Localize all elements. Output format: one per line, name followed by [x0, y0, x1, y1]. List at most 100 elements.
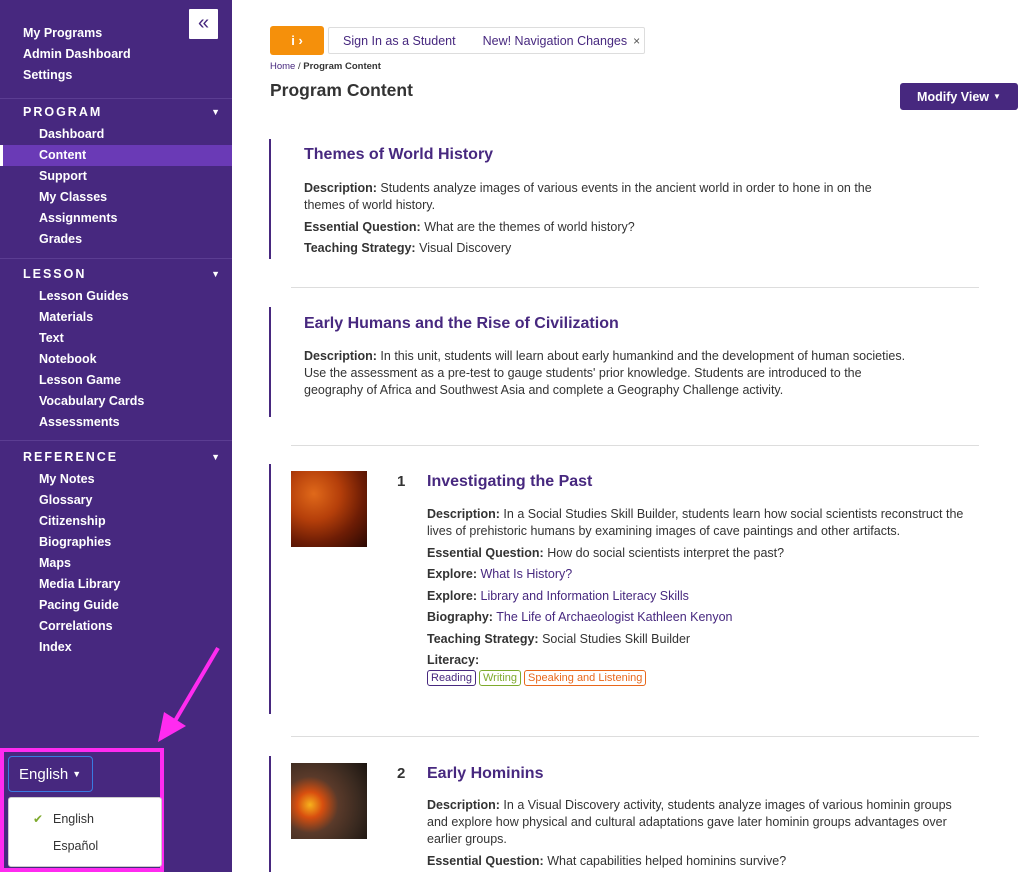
lesson-details: Description: In a Social Studies Skill B… — [427, 506, 967, 686]
language-dropdown-menu: ✔ English Español — [8, 797, 162, 867]
unit-details: Description: In this unit, students will… — [304, 348, 909, 404]
explore-field: Explore: What Is History? — [427, 567, 573, 581]
description-field: Description: Students analyze images of … — [304, 181, 872, 212]
sign-in-as-student-link[interactable]: Sign In as a Student — [343, 34, 456, 48]
sidebar-item-pacing-guide[interactable]: Pacing Guide — [0, 595, 232, 616]
lesson-card-investigating-the-past: 1 Investigating the Past Description: In… — [269, 464, 989, 714]
admin-dashboard-link[interactable]: Admin Dashboard — [23, 45, 131, 66]
program-section-toggle[interactable]: PROGRAM ▼ — [0, 100, 232, 124]
teaching-strategy-field: Teaching Strategy: Visual Discovery — [304, 241, 512, 255]
section-title: REFERENCE — [23, 450, 119, 464]
lesson-number: 1 — [397, 473, 406, 490]
language-selected-label: English — [19, 766, 69, 783]
sidebar-item-dashboard[interactable]: Dashboard — [0, 124, 232, 145]
divider — [291, 736, 979, 737]
sidebar-item-notebook[interactable]: Notebook — [0, 349, 232, 370]
lesson-section-toggle[interactable]: LESSON ▼ — [0, 262, 232, 286]
sidebar-item-assignments[interactable]: Assignments — [0, 208, 232, 229]
lesson-title-link[interactable]: Investigating the Past — [427, 473, 592, 491]
info-toggle-button[interactable]: i › — [270, 26, 324, 55]
explore-field: Explore: Library and Information Literac… — [427, 588, 689, 603]
page-title: Program Content — [270, 80, 413, 100]
essential-question-field: Essential Question: What are the themes … — [304, 219, 635, 234]
explore-what-is-history-link[interactable]: What Is History? — [481, 567, 573, 581]
unit-card-themes: Themes of World History Description: Stu… — [269, 139, 969, 259]
language-highlight-box: English ▼ ✔ English Español — [0, 748, 164, 872]
lesson-thumbnail[interactable] — [291, 763, 367, 839]
sidebar-item-text[interactable]: Text — [0, 328, 232, 349]
lesson-title-link[interactable]: Early Hominins — [427, 765, 543, 783]
double-chevron-left-icon: « — [197, 12, 210, 34]
my-programs-link[interactable]: My Programs — [23, 24, 131, 45]
sidebar-item-my-notes[interactable]: My Notes — [0, 469, 232, 490]
unit-title-link[interactable]: Early Humans and the Rise of Civilizatio… — [304, 315, 619, 333]
sidebar-item-biographies[interactable]: Biographies — [0, 532, 232, 553]
lesson-card-early-hominins: 2 Early Hominins Description: In a Visua… — [269, 756, 989, 872]
checkmark-icon: ✔ — [33, 812, 44, 826]
sidebar-item-lesson-game[interactable]: Lesson Game — [0, 370, 232, 391]
tag-speaking-listening[interactable]: Speaking and Listening — [524, 670, 647, 686]
essential-question-field: Essential Question: How do social scient… — [427, 545, 785, 560]
sidebar-item-media-library[interactable]: Media Library — [0, 574, 232, 595]
biography-kathleen-kenyon-link[interactable]: The Life of Archaeologist Kathleen Kenyo… — [496, 610, 732, 624]
sidebar-item-content[interactable]: Content — [0, 145, 232, 166]
collapse-sidebar-button[interactable]: « — [189, 9, 218, 39]
divider — [291, 445, 979, 446]
caret-down-icon: ▼ — [211, 269, 220, 279]
tag-reading[interactable]: Reading — [427, 670, 476, 686]
description-field: Description: In a Visual Discovery activ… — [427, 798, 952, 846]
tag-writing[interactable]: Writing — [478, 670, 522, 686]
close-icon[interactable]: × — [633, 34, 640, 48]
literacy-label: Literacy: — [427, 653, 480, 667]
sidebar-item-assessments[interactable]: Assessments — [0, 412, 232, 433]
essential-question-field: Essential Question: What capabilities he… — [427, 853, 787, 868]
program-section: PROGRAM ▼ Dashboard Content Support My C… — [0, 98, 232, 250]
section-title: LESSON — [23, 267, 87, 281]
modify-view-label: Modify View — [917, 90, 990, 104]
language-option-espanol[interactable]: Español — [9, 834, 161, 858]
sidebar-item-my-classes[interactable]: My Classes — [0, 187, 232, 208]
option-label: English — [53, 812, 94, 826]
annotation-arrow-icon — [158, 646, 220, 742]
literacy-tags: Reading Writing Speaking and Listening — [427, 670, 967, 686]
sidebar-item-lesson-guides[interactable]: Lesson Guides — [0, 286, 232, 307]
notice-bar: i › Sign In as a Student New! Navigation… — [270, 26, 646, 55]
sidebar-item-correlations[interactable]: Correlations — [0, 616, 232, 637]
caret-down-icon: ▼ — [211, 452, 220, 462]
description-field: Description: In this unit, students will… — [304, 349, 906, 397]
main-content: i › Sign In as a Student New! Navigation… — [232, 0, 1024, 872]
caret-down-icon: ▼ — [993, 92, 1001, 101]
sidebar-item-grades[interactable]: Grades — [0, 229, 232, 250]
lesson-thumbnail[interactable] — [291, 471, 367, 547]
sidebar-item-glossary[interactable]: Glossary — [0, 490, 232, 511]
divider — [291, 287, 979, 288]
breadcrumb-home-link[interactable]: Home — [270, 61, 295, 72]
language-select-button[interactable]: English ▼ — [8, 756, 93, 792]
settings-link[interactable]: Settings — [23, 66, 131, 87]
notice-links: Sign In as a Student New! Navigation Cha… — [328, 27, 646, 54]
explore-library-skills-link[interactable]: Library and Information Literacy Skills — [481, 589, 689, 603]
reference-section: REFERENCE ▼ My Notes Glossary Citizenshi… — [0, 440, 232, 658]
lesson-section: LESSON ▼ Lesson Guides Materials Text No… — [0, 258, 232, 433]
unit-card-early-humans: Early Humans and the Rise of Civilizatio… — [269, 307, 969, 417]
reference-section-toggle[interactable]: REFERENCE ▼ — [0, 445, 232, 469]
modify-view-button[interactable]: Modify View ▼ — [900, 83, 1018, 110]
sidebar-item-support[interactable]: Support — [0, 166, 232, 187]
unit-title-link[interactable]: Themes of World History — [304, 146, 493, 164]
top-links: My Programs Admin Dashboard Settings — [23, 24, 131, 87]
section-title: PROGRAM — [23, 105, 103, 119]
sidebar-item-maps[interactable]: Maps — [0, 553, 232, 574]
unit-details: Description: Students analyze images of … — [304, 180, 904, 262]
sidebar-item-citizenship[interactable]: Citizenship — [0, 511, 232, 532]
breadcrumb-separator: / — [297, 61, 301, 72]
language-option-english[interactable]: ✔ English — [9, 807, 161, 831]
sidebar-item-materials[interactable]: Materials — [0, 307, 232, 328]
sidebar-item-vocabulary-cards[interactable]: Vocabulary Cards — [0, 391, 232, 412]
info-icon: i › — [291, 33, 303, 48]
breadcrumb: Home / Program Content — [270, 61, 381, 72]
navigation-changes-link[interactable]: New! Navigation Changes — [483, 34, 628, 48]
lesson-details: Description: In a Visual Discovery activ… — [427, 797, 967, 872]
biography-field: Biography: The Life of Archaeologist Kat… — [427, 610, 733, 624]
breadcrumb-current: Program Content — [303, 61, 381, 72]
option-label: Español — [53, 839, 99, 853]
